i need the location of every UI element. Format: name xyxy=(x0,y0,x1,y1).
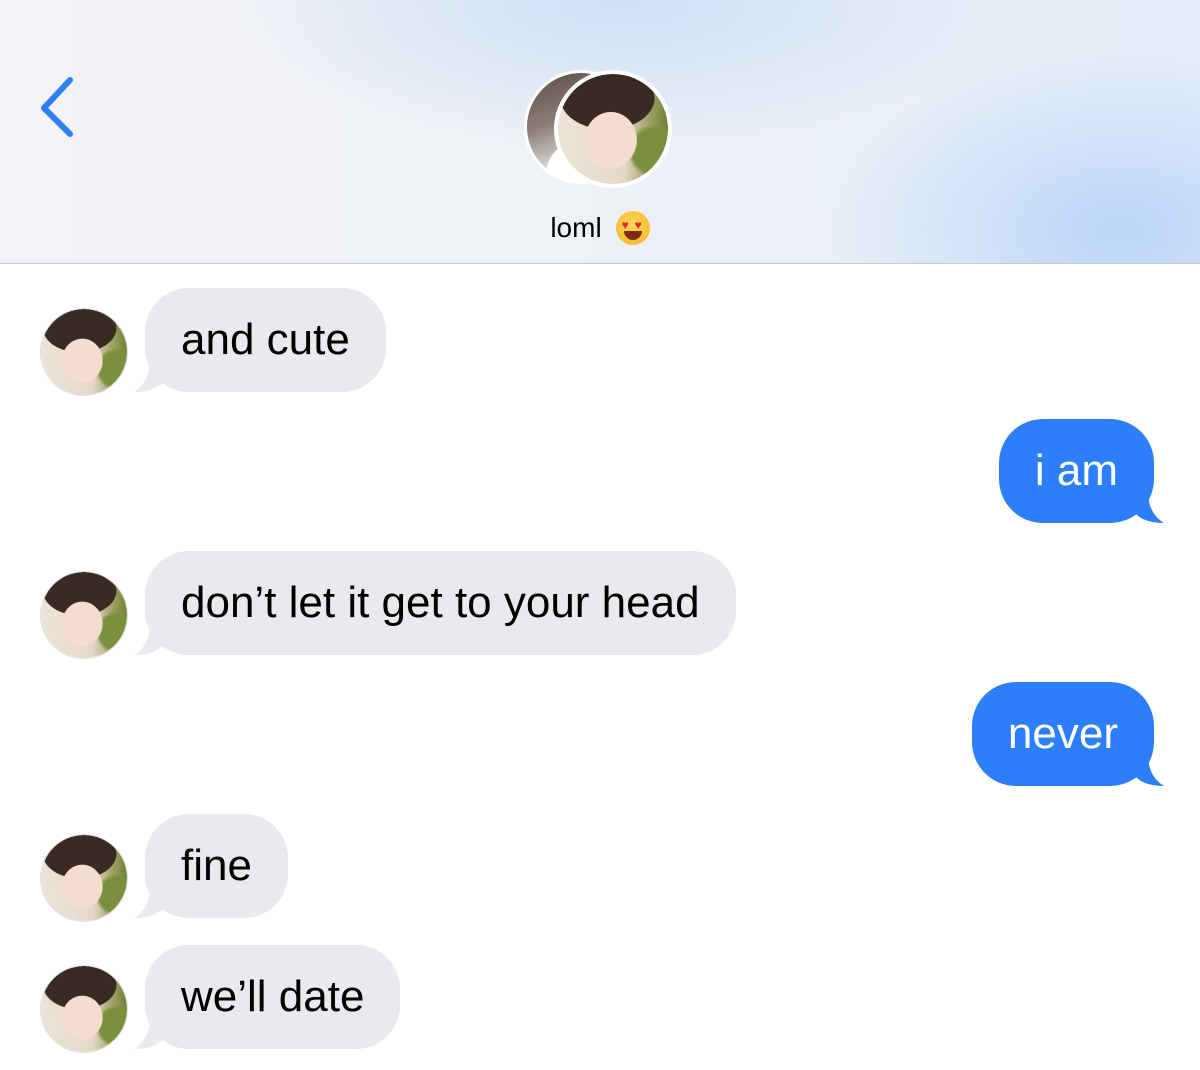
sender-avatar xyxy=(40,571,128,659)
chevron-left-icon[interactable] xyxy=(30,70,80,140)
incoming-message-bubble[interactable]: don’t let it get to your head xyxy=(145,551,736,655)
incoming-message-bubble[interactable]: fine xyxy=(145,814,288,918)
conversation-header: loml ♥ ♥ xyxy=(0,0,1200,264)
incoming-message-bubble[interactable]: we’ll date xyxy=(145,945,401,1049)
outgoing-message-bubble[interactable]: never xyxy=(971,682,1154,786)
sender-avatar xyxy=(40,308,128,396)
outgoing-message-bubble[interactable]: i am xyxy=(998,419,1154,523)
message-row: and cute xyxy=(0,288,1200,396)
heart-eyes-emoji-icon: ♥ ♥ xyxy=(615,211,650,245)
message-row: i am xyxy=(0,419,1200,527)
contact-name-row[interactable]: loml ♥ ♥ xyxy=(500,208,700,248)
message-row: never xyxy=(0,682,1200,790)
sender-avatar xyxy=(40,834,128,922)
contact-name: loml xyxy=(550,212,602,243)
sender-avatar xyxy=(40,965,128,1053)
message-row: don’t let it get to your head xyxy=(0,551,1200,659)
message-row: fine xyxy=(0,814,1200,922)
message-row: we’ll date xyxy=(0,945,1200,1053)
contact-avatar xyxy=(554,70,672,188)
incoming-message-bubble[interactable]: and cute xyxy=(145,288,386,392)
contact-avatar-group[interactable] xyxy=(522,68,674,190)
